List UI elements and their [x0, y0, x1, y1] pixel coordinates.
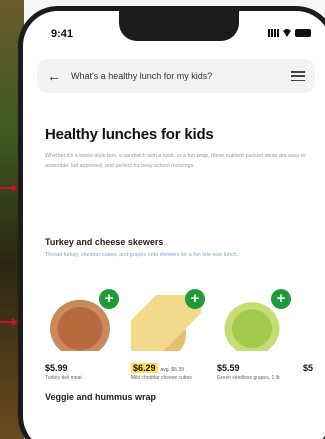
- add-icon[interactable]: +: [185, 289, 205, 309]
- section-title: Veggie and hummus wrap: [45, 392, 157, 402]
- add-icon[interactable]: +: [99, 289, 119, 309]
- main-content: Healthy lunches for kids Whether it's a …: [45, 126, 315, 171]
- status-time: 9:41: [51, 28, 74, 40]
- page-title: Healthy lunches for kids: [45, 126, 214, 143]
- product-name: Mild cheddar cheese cubes: [131, 375, 192, 381]
- callout-arrow-icon: [0, 184, 18, 192]
- product-image[interactable]: [303, 295, 325, 351]
- section-title: Turkey and cheese skewers: [45, 237, 164, 247]
- back-arrow-icon[interactable]: ←: [47, 68, 65, 84]
- search-bar[interactable]: ← What's a healthy lunch for my kids?: [37, 59, 315, 93]
- intro-text: Whether it's a bento-style box, a sandwi…: [45, 153, 306, 169]
- battery-icon: [295, 29, 311, 37]
- callout-arrow-icon: [0, 318, 18, 326]
- product-price: $6.29: [131, 363, 158, 373]
- product-carousel[interactable]: + $5.99 Turkey deli meat + $6.29 avg. $6.…: [45, 289, 325, 382]
- product-price: $5.59: [217, 363, 240, 373]
- product-card[interactable]: + $5.59 Green seedless grapes, 1 lb: [217, 289, 293, 382]
- search-input[interactable]: What's a healthy lunch for my kids?: [71, 71, 291, 81]
- product-price: $5.99: [45, 363, 68, 373]
- status-bar: 9:41: [23, 11, 325, 51]
- product-price: $5: [303, 363, 314, 373]
- product-card[interactable]: + $5.99 Turkey deli meat: [45, 289, 121, 382]
- product-unit-price: avg. $6.39: [160, 367, 184, 373]
- section-subtitle[interactable]: Thread turkey, cheddar cubes, and grapes…: [45, 251, 295, 260]
- product-name: Turkey deli meat: [45, 375, 82, 381]
- product-card[interactable]: $5: [303, 295, 325, 382]
- wifi-icon: [282, 29, 292, 37]
- add-icon[interactable]: +: [271, 289, 291, 309]
- phone-screen: 9:41 ← What's a healthy lunch for my kid…: [23, 11, 325, 439]
- phone-frame: 9:41 ← What's a healthy lunch for my kid…: [18, 6, 325, 439]
- filter-icon[interactable]: [291, 71, 305, 81]
- signal-icon: [268, 29, 279, 37]
- status-icons: [268, 29, 311, 37]
- product-name: Green seedless grapes, 1 lb: [217, 375, 280, 381]
- product-card[interactable]: + $6.29 avg. $6.39 Mild cheddar cheese cu…: [131, 289, 207, 382]
